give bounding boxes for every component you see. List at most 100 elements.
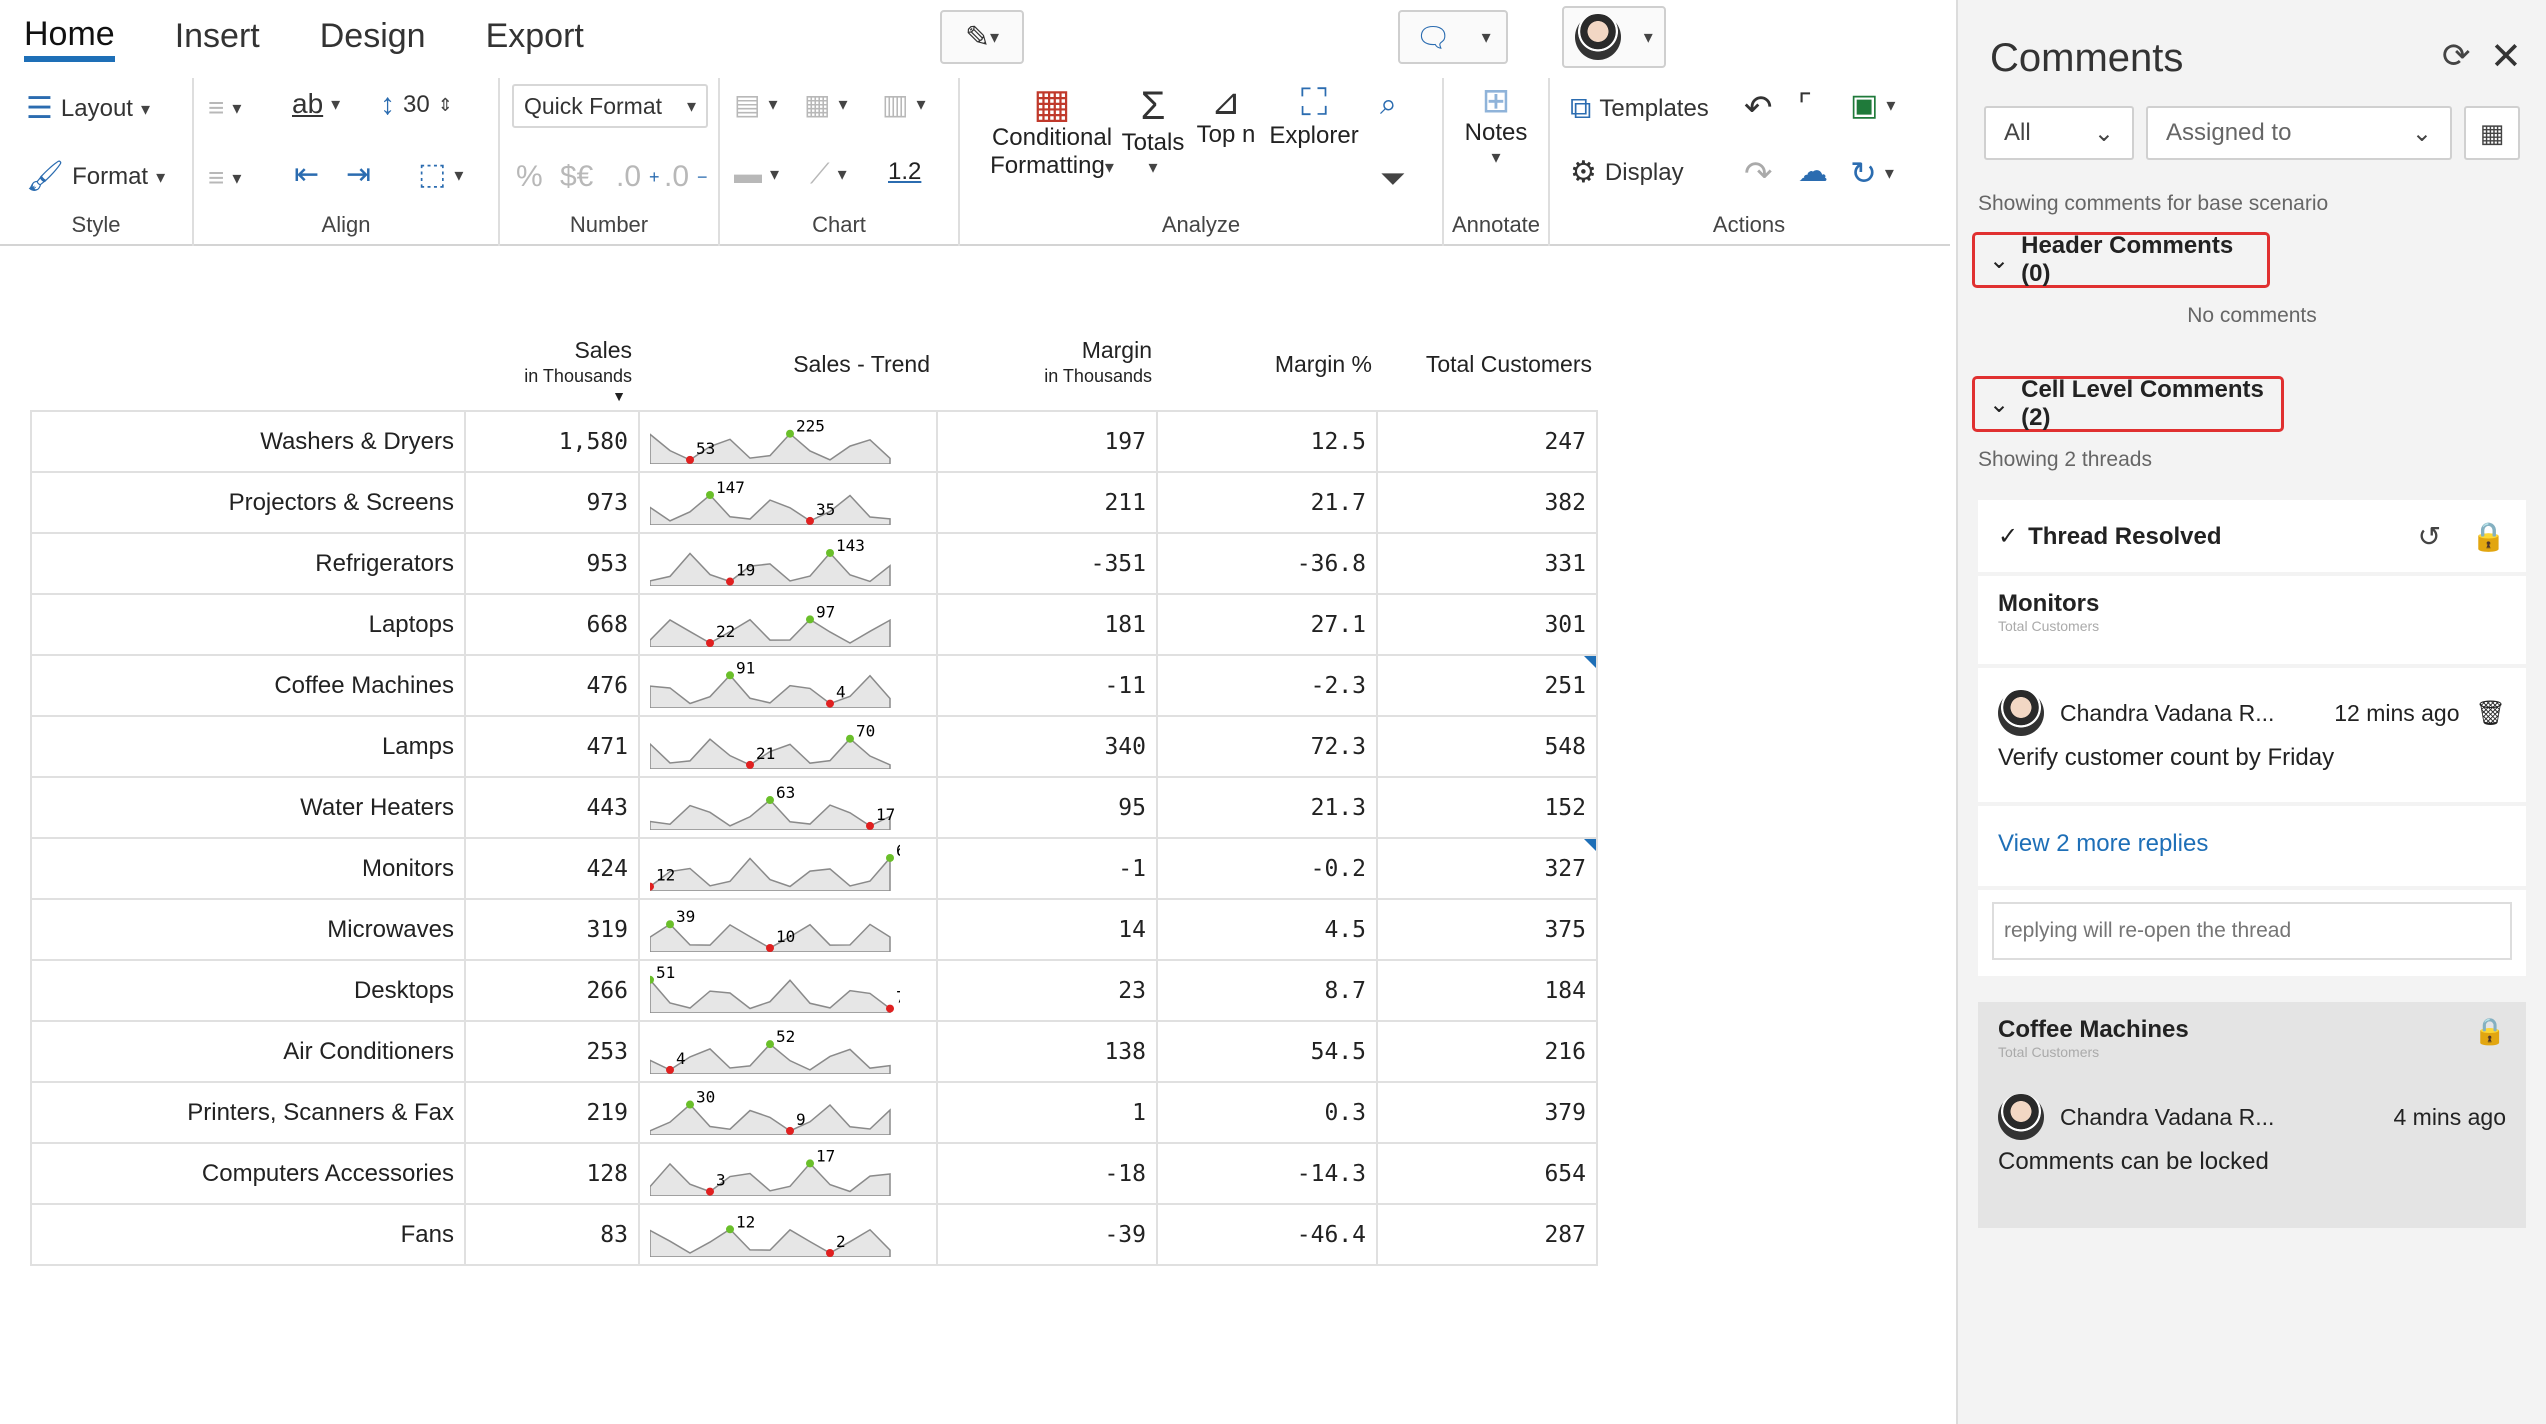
cell-trend[interactable]: 17 3 <box>639 1143 938 1205</box>
cell-margin[interactable]: 14 <box>937 899 1158 961</box>
cell-comments-toggle[interactable]: ⌄ Cell Level Comments (2) <box>1972 376 2284 432</box>
increase-decimals-button[interactable]: .0 + <box>616 160 660 194</box>
row-label[interactable]: Printers, Scanners & Fax <box>30 1082 466 1144</box>
row-label[interactable]: Refrigerators <box>30 533 466 595</box>
notes-button[interactable]: ⊞ Notes ▾ <box>1444 84 1548 168</box>
tab-home[interactable]: Home <box>24 15 115 62</box>
redo-button[interactable]: ↷ <box>1744 154 1773 194</box>
filter-button[interactable]: ⏷ <box>1380 160 1406 198</box>
row-label[interactable]: Monitors <box>30 838 466 900</box>
row-label[interactable]: Laptops <box>30 594 466 656</box>
cell-customers[interactable]: 301 <box>1377 594 1598 656</box>
table-row[interactable]: Computers Accessories 128 17 3 -18 -14.3 654 <box>30 1143 1598 1205</box>
row-label[interactable]: Fans <box>30 1204 466 1266</box>
thread-coffee-machines[interactable]: Coffee Machines Total Customers 🔒 Chandr… <box>1978 1002 2526 1228</box>
cell-sales[interactable]: 266 <box>465 960 640 1022</box>
refresh-button[interactable]: ↻ ▾ <box>1850 154 1894 192</box>
cell-margin-pct[interactable]: -36.8 <box>1157 533 1378 595</box>
cell-trend[interactable]: 30 9 <box>639 1082 938 1144</box>
cell-margin[interactable]: -18 <box>937 1143 1158 1205</box>
cell-customers[interactable]: 327 <box>1377 838 1598 900</box>
column-chart-button[interactable]: ▬ ▾ <box>734 158 779 190</box>
reply-input[interactable] <box>1992 902 2512 960</box>
cell-sales[interactable]: 319 <box>465 899 640 961</box>
table-row[interactable]: Laptops 668 97 22 181 27.1 301 <box>30 594 1598 656</box>
cell-sales[interactable]: 953 <box>465 533 640 595</box>
cell-margin-pct[interactable]: -0.2 <box>1157 838 1378 900</box>
excel-export-button[interactable]: ▣ ▾ <box>1850 88 1895 123</box>
lock-icon[interactable]: 🔒 <box>2474 1016 2506 1060</box>
thread-header[interactable]: Monitors Total Customers <box>1978 576 2526 664</box>
top-n-button[interactable]: ⊿ Top n <box>1190 84 1262 149</box>
row-label[interactable]: Lamps <box>30 716 466 778</box>
table-row[interactable]: Microwaves 319 39 10 14 4.5 375 <box>30 899 1598 961</box>
cell-margin-pct[interactable]: -46.4 <box>1157 1204 1378 1266</box>
cell-sales[interactable]: 973 <box>465 472 640 534</box>
table-row[interactable]: Water Heaters 443 63 17 95 21.3 152 <box>30 777 1598 839</box>
cell-sales[interactable]: 219 <box>465 1082 640 1144</box>
cell-margin[interactable]: 1 <box>937 1082 1158 1144</box>
cell-margin-pct[interactable]: 54.5 <box>1157 1021 1378 1083</box>
display-button[interactable]: ⚙ Display <box>1570 158 1684 188</box>
cell-margin[interactable]: 181 <box>937 594 1158 656</box>
cell-margin[interactable]: -39 <box>937 1204 1158 1266</box>
cell-margin[interactable]: -351 <box>937 533 1158 595</box>
quick-format-select[interactable]: Quick Format ▾ <box>512 84 708 128</box>
comment-marker[interactable] <box>1584 656 1596 668</box>
cell-trend[interactable]: 67 12 <box>639 838 938 900</box>
cell-customers[interactable]: 184 <box>1377 960 1598 1022</box>
cell-margin-pct[interactable]: 21.3 <box>1157 777 1378 839</box>
cell-customers[interactable]: 331 <box>1377 533 1598 595</box>
tab-export[interactable]: Export <box>486 17 584 60</box>
cell-margin[interactable]: 95 <box>937 777 1158 839</box>
layout-button[interactable]: ☰ Layout ▾ <box>26 94 150 124</box>
conditional-formatting-button[interactable]: ▦ Conditional Formatting▾ <box>970 84 1134 180</box>
percent-button[interactable]: % <box>516 160 543 194</box>
cell-margin-pct[interactable]: 8.7 <box>1157 960 1378 1022</box>
header-trend[interactable]: Sales - Trend <box>720 350 930 379</box>
cell-sales[interactable]: 443 <box>465 777 640 839</box>
lock-icon[interactable]: 🔒 <box>2471 521 2506 552</box>
cell-customers[interactable]: 287 <box>1377 1204 1598 1266</box>
row-height-stepper[interactable]: ↕ 30 ⇕ <box>380 90 453 120</box>
cell-margin[interactable]: 138 <box>937 1021 1158 1083</box>
row-label[interactable]: Projectors & Screens <box>30 472 466 534</box>
cell-sales[interactable]: 668 <box>465 594 640 656</box>
row-label[interactable]: Desktops <box>30 960 466 1022</box>
table-row[interactable]: Fans 83 12 2 -39 -46.4 287 <box>30 1204 1598 1266</box>
column-width-button[interactable]: ⬚ ▾ <box>418 160 463 190</box>
cell-trend[interactable]: 39 10 <box>639 899 938 961</box>
waterfall-button[interactable]: ▦ ▾ <box>804 88 848 121</box>
cell-margin[interactable]: -11 <box>937 655 1158 717</box>
format-button[interactable]: 🖌 Format ▾ <box>26 162 165 192</box>
cell-trend[interactable]: 91 4 <box>639 655 938 717</box>
cell-margin[interactable]: -1 <box>937 838 1158 900</box>
cell-margin-pct[interactable]: -2.3 <box>1157 655 1378 717</box>
freeze-button[interactable]: ⌜ <box>1798 88 1812 123</box>
row-label[interactable]: Microwaves <box>30 899 466 961</box>
cell-margin-pct[interactable]: 27.1 <box>1157 594 1378 656</box>
assigned-select[interactable]: Assigned to ⌄ <box>2146 106 2452 160</box>
cell-trend[interactable]: 12 2 <box>639 1204 938 1266</box>
cell-sales[interactable]: 128 <box>465 1143 640 1205</box>
tab-insert[interactable]: Insert <box>175 17 260 60</box>
cell-margin[interactable]: 197 <box>937 411 1158 473</box>
edit-mode-button[interactable]: ✎ ▾ <box>940 10 1024 64</box>
calendar-button[interactable]: ▦ <box>2464 106 2520 160</box>
header-comments-toggle[interactable]: ⌄ Header Comments (0) <box>1972 232 2270 288</box>
cell-trend[interactable]: 225 53 <box>639 411 938 473</box>
cell-customers[interactable]: 375 <box>1377 899 1598 961</box>
row-label[interactable]: Air Conditioners <box>30 1021 466 1083</box>
cell-trend[interactable]: 97 22 <box>639 594 938 656</box>
cell-customers[interactable]: 379 <box>1377 1082 1598 1144</box>
table-row[interactable]: Washers & Dryers 1,580 225 53 197 12.5 247 <box>30 411 1598 473</box>
cell-sales[interactable]: 476 <box>465 655 640 717</box>
header-margin[interactable]: Margin in Thousands <box>960 336 1152 387</box>
row-label[interactable]: Computers Accessories <box>30 1143 466 1205</box>
cell-customers[interactable]: 654 <box>1377 1143 1598 1205</box>
cell-margin-pct[interactable]: 0.3 <box>1157 1082 1378 1144</box>
cell-customers[interactable]: 247 <box>1377 411 1598 473</box>
tab-design[interactable]: Design <box>320 17 426 60</box>
table-row[interactable]: Printers, Scanners & Fax 219 30 9 1 0.3 379 <box>30 1082 1598 1144</box>
variance-button[interactable]: ▥ ▾ <box>882 88 926 121</box>
